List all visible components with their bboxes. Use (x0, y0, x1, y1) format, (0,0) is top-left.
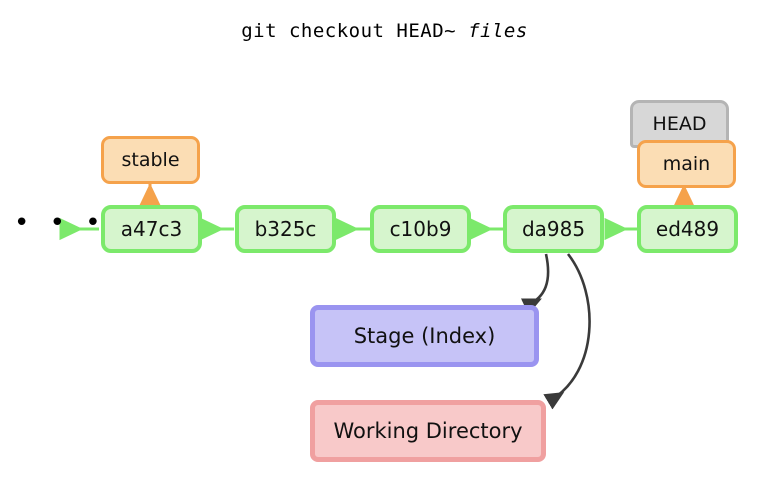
title-argument: files (468, 20, 528, 42)
commit-node-da985[interactable]: da985 (503, 205, 604, 253)
checkout-curve-to-stage (520, 253, 550, 315)
commit-label: ed489 (655, 217, 720, 241)
working-directory-box[interactable]: Working Directory (310, 400, 546, 462)
commit-label: b325c (254, 217, 317, 241)
head-label: HEAD (652, 112, 707, 135)
commit-label: a47c3 (120, 217, 183, 241)
branch-node-stable[interactable]: stable (101, 136, 200, 184)
page-title: git checkout HEAD~ files (0, 20, 769, 42)
commit-label: da985 (521, 217, 586, 241)
commit-node-ed489[interactable]: ed489 (637, 205, 738, 253)
commit-label: c10b9 (389, 217, 452, 241)
checkout-curve-to-working-directory (543, 253, 591, 410)
commit-node-a47c3[interactable]: a47c3 (101, 205, 202, 253)
history-ellipsis: • • • (14, 208, 107, 238)
branch-label: main (662, 152, 711, 175)
commit-node-c10b9[interactable]: c10b9 (370, 205, 471, 253)
branch-label: stable (121, 148, 180, 171)
stage-index-label: Stage (Index) (353, 323, 496, 348)
branch-node-main[interactable]: main (637, 140, 736, 188)
title-command: git checkout HEAD~ (241, 20, 469, 42)
working-directory-label: Working Directory (333, 418, 523, 443)
stage-index-box[interactable]: Stage (Index) (310, 305, 539, 367)
commit-node-b325c[interactable]: b325c (235, 205, 336, 253)
